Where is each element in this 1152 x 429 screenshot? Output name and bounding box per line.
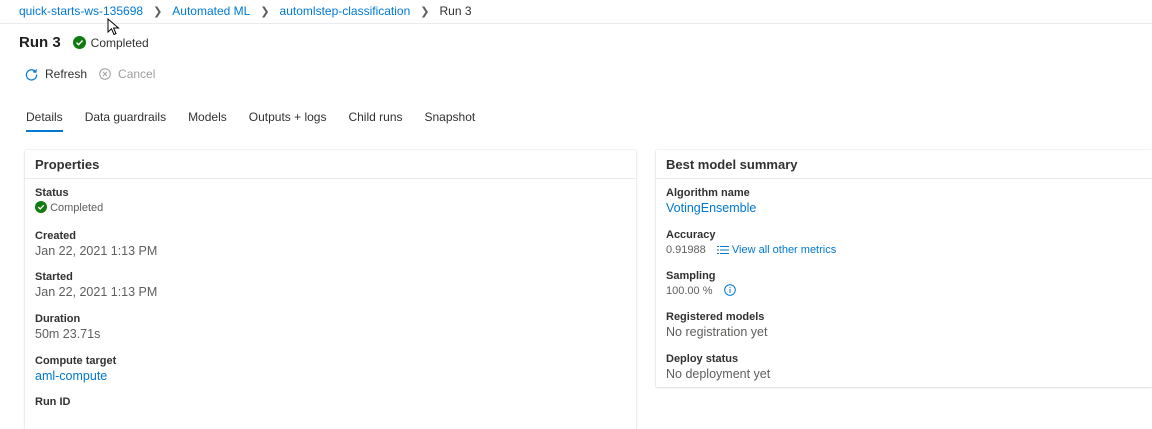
refresh-button[interactable]: Refresh — [25, 67, 87, 81]
run-id-field: Run ID — [25, 395, 70, 409]
sampling-value: 100.00 % — [666, 285, 713, 297]
refresh-icon — [25, 68, 38, 81]
status-value-row: Completed — [35, 200, 103, 217]
cancel-icon — [99, 68, 111, 80]
duration-value: 50m 23.71s — [35, 327, 101, 341]
status-label: Status — [35, 187, 69, 199]
accuracy-label: Accuracy — [666, 229, 716, 241]
duration-field: Duration 50m 23.71s — [25, 312, 100, 343]
algorithm-label: Algorithm name — [666, 187, 750, 199]
breadcrumb-workspace[interactable]: quick-starts-ws-135698 — [19, 4, 143, 18]
created-value: Jan 22, 2021 1:13 PM — [35, 244, 158, 258]
algorithm-field: Algorithm name VotingEnsemble — [656, 186, 756, 217]
breadcrumb-experiment[interactable]: automlstep-classification — [280, 4, 411, 18]
cancel-button[interactable]: Cancel — [99, 67, 155, 81]
duration-label: Duration — [35, 313, 81, 325]
page-title: Run 3 — [19, 34, 61, 51]
started-value: Jan 22, 2021 1:13 PM — [35, 285, 158, 299]
view-metrics-link[interactable]: View all other metrics — [716, 244, 837, 256]
accuracy-row: 0.91988 View all other metrics — [666, 242, 836, 259]
deploy-status-value: No deployment yet — [666, 367, 771, 381]
status-field: Status Completed — [25, 186, 103, 217]
created-field: Created Jan 22, 2021 1:13 PM — [25, 229, 157, 260]
breadcrumb: quick-starts-ws-135698 ❯ Automated ML ❯ … — [19, 3, 472, 19]
refresh-label: Refresh — [45, 67, 88, 81]
page-header: Run 3 Completed — [19, 34, 149, 51]
properties-title: Properties — [25, 150, 636, 179]
best-model-card: Best model summary Algorithm name Voting… — [656, 150, 1152, 387]
best-model-title: Best model summary — [656, 150, 1152, 179]
compute-target-link[interactable]: aml-compute — [35, 368, 116, 385]
breadcrumb-automated-ml[interactable]: Automated ML — [172, 4, 250, 18]
cancel-label: Cancel — [118, 67, 156, 81]
algorithm-link[interactable]: VotingEnsemble — [666, 200, 756, 217]
header-divider — [0, 23, 1152, 24]
deploy-status-label: Deploy status — [666, 353, 739, 365]
sampling-field: Sampling 100.00 % — [656, 269, 736, 300]
sampling-label: Sampling — [666, 270, 716, 282]
deploy-status-field: Deploy status No deployment yet — [656, 352, 770, 383]
registered-models-field: Registered models No registration yet — [656, 310, 767, 341]
tab-data-guardrails[interactable]: Data guardrails — [85, 110, 166, 132]
completed-check-icon — [72, 36, 86, 49]
registered-models-value: No registration yet — [666, 325, 768, 339]
tab-bar: Details Data guardrails Models Outputs +… — [26, 110, 497, 132]
tab-models[interactable]: Models — [188, 110, 227, 132]
completed-check-icon — [35, 201, 47, 213]
accuracy-value: 0.91988 — [666, 244, 706, 256]
breadcrumb-current: Run 3 — [439, 4, 472, 18]
chevron-right-icon: ❯ — [420, 5, 430, 18]
status-badge: Completed — [90, 35, 149, 50]
accuracy-field: Accuracy 0.91988 View all other metrics — [656, 228, 836, 259]
compute-target-label: Compute target — [35, 355, 117, 367]
created-label: Created — [35, 230, 76, 242]
tab-snapshot[interactable]: Snapshot — [425, 110, 476, 132]
info-icon[interactable] — [723, 284, 736, 296]
tab-outputs-logs[interactable]: Outputs + logs — [249, 110, 327, 132]
status-value: Completed — [50, 202, 104, 214]
tab-details[interactable]: Details — [26, 110, 63, 132]
tab-child-runs[interactable]: Child runs — [348, 110, 402, 132]
command-bar: Refresh Cancel — [25, 67, 155, 81]
registered-models-label: Registered models — [666, 311, 765, 323]
started-label: Started — [35, 271, 73, 283]
view-metrics-label: View all other metrics — [731, 244, 837, 256]
chevron-right-icon: ❯ — [260, 5, 270, 18]
sampling-row: 100.00 % — [666, 283, 736, 300]
properties-card: Properties Status Completed Created Jan … — [25, 150, 636, 429]
run-id-label: Run ID — [35, 396, 71, 408]
chevron-right-icon: ❯ — [153, 5, 163, 18]
started-field: Started Jan 22, 2021 1:13 PM — [25, 270, 157, 301]
compute-target-field: Compute target aml-compute — [25, 354, 116, 385]
list-icon — [716, 246, 729, 254]
